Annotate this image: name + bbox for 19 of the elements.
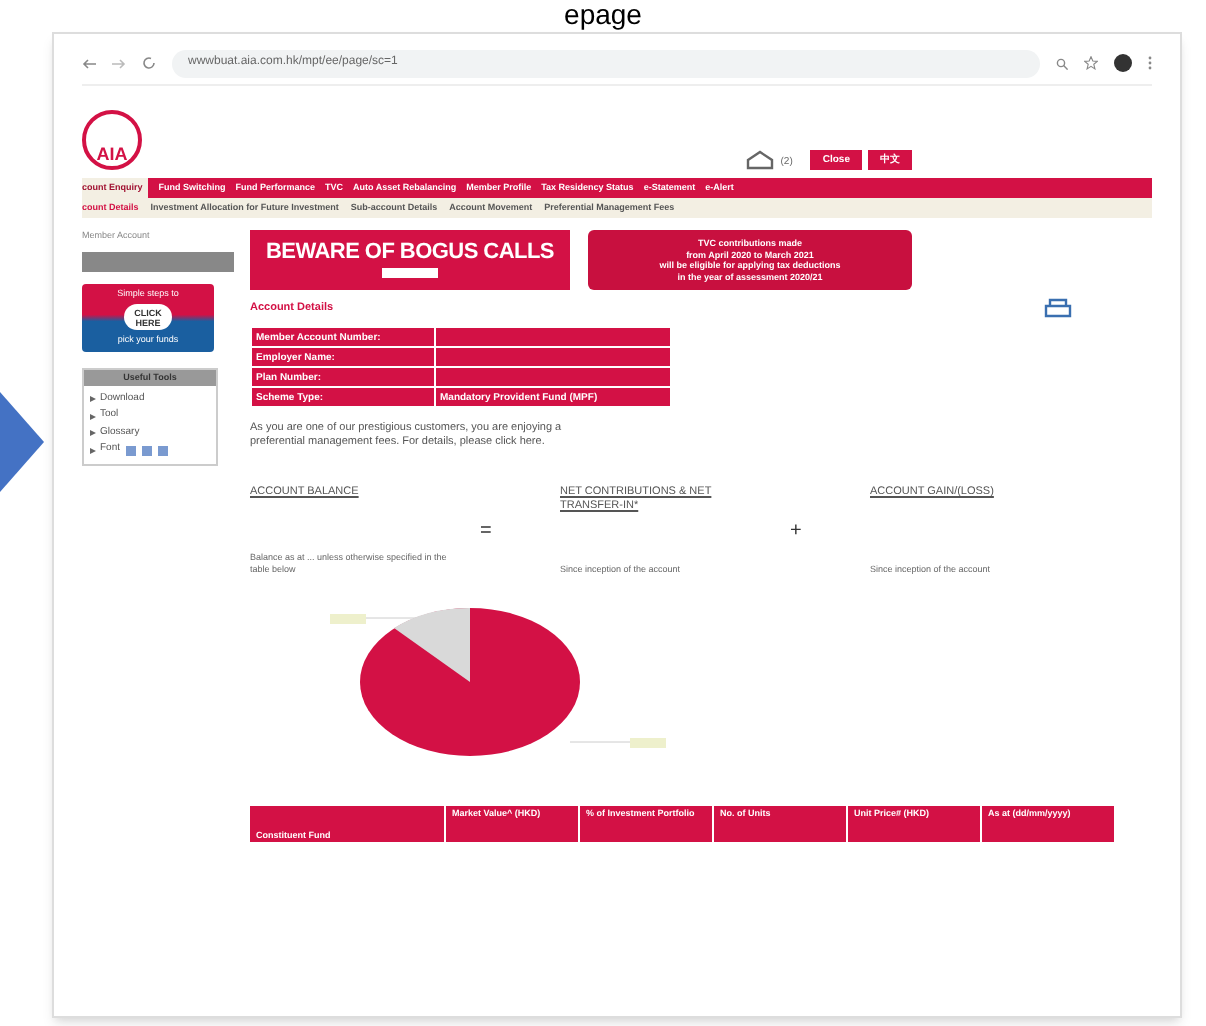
bullet-icon: [90, 447, 96, 453]
printer-icon[interactable]: [1044, 298, 1072, 318]
logo: AIA: [82, 110, 142, 170]
inbox-icon[interactable]: [746, 150, 775, 170]
operator-sign: =: [480, 517, 492, 545]
slide-title: epage: [564, 0, 642, 28]
operator-sign: +: [790, 517, 802, 545]
bullet-icon: [90, 396, 96, 402]
profile-icon[interactable]: [1114, 54, 1132, 72]
warning-banner[interactable]: BEWARE OF BOGUS CALLS: [250, 230, 570, 290]
bullet-icon: [90, 413, 96, 419]
banner-heading: BEWARE OF BOGUS CALLS: [266, 242, 554, 264]
star-icon[interactable]: [1084, 56, 1098, 70]
back-icon[interactable]: [82, 57, 96, 69]
reload-icon[interactable]: [142, 56, 156, 70]
forward-icon[interactable]: [112, 57, 126, 69]
bullet-icon: [90, 430, 96, 436]
arrow-icon: [0, 392, 44, 492]
search-icon[interactable]: [1056, 57, 1068, 69]
